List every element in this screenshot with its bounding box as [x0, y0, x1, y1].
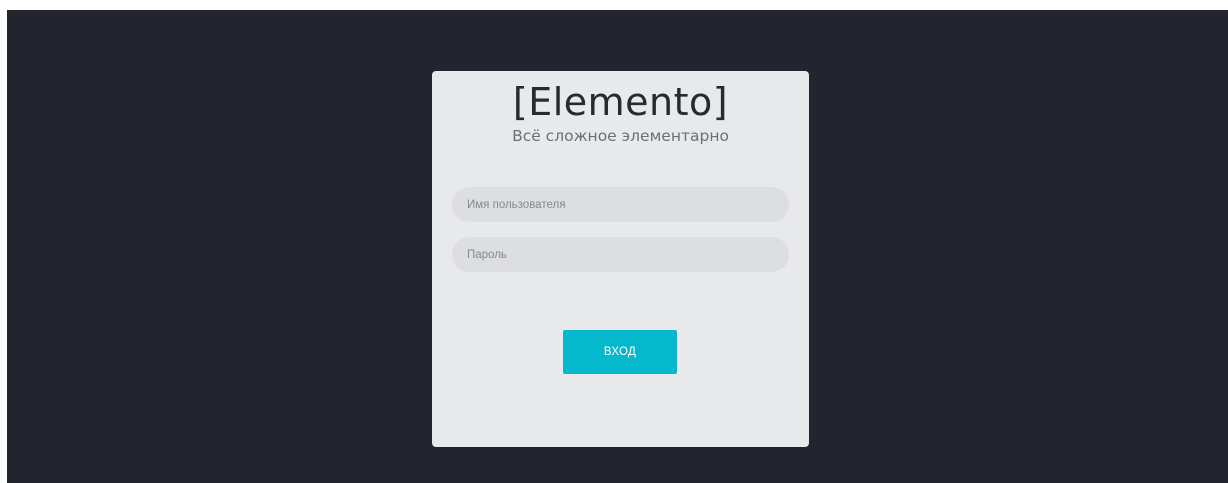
- username-input[interactable]: [452, 187, 789, 222]
- password-input[interactable]: [452, 237, 789, 272]
- app-screen: [Elemento] Всё сложное элементарно ВХОД: [7, 10, 1228, 483]
- login-button[interactable]: ВХОД: [563, 330, 677, 374]
- app-tagline: Всё сложное элементарно: [512, 127, 729, 145]
- login-card: [Elemento] Всё сложное элементарно ВХОД: [432, 71, 809, 447]
- app-title: [Elemento]: [512, 80, 729, 124]
